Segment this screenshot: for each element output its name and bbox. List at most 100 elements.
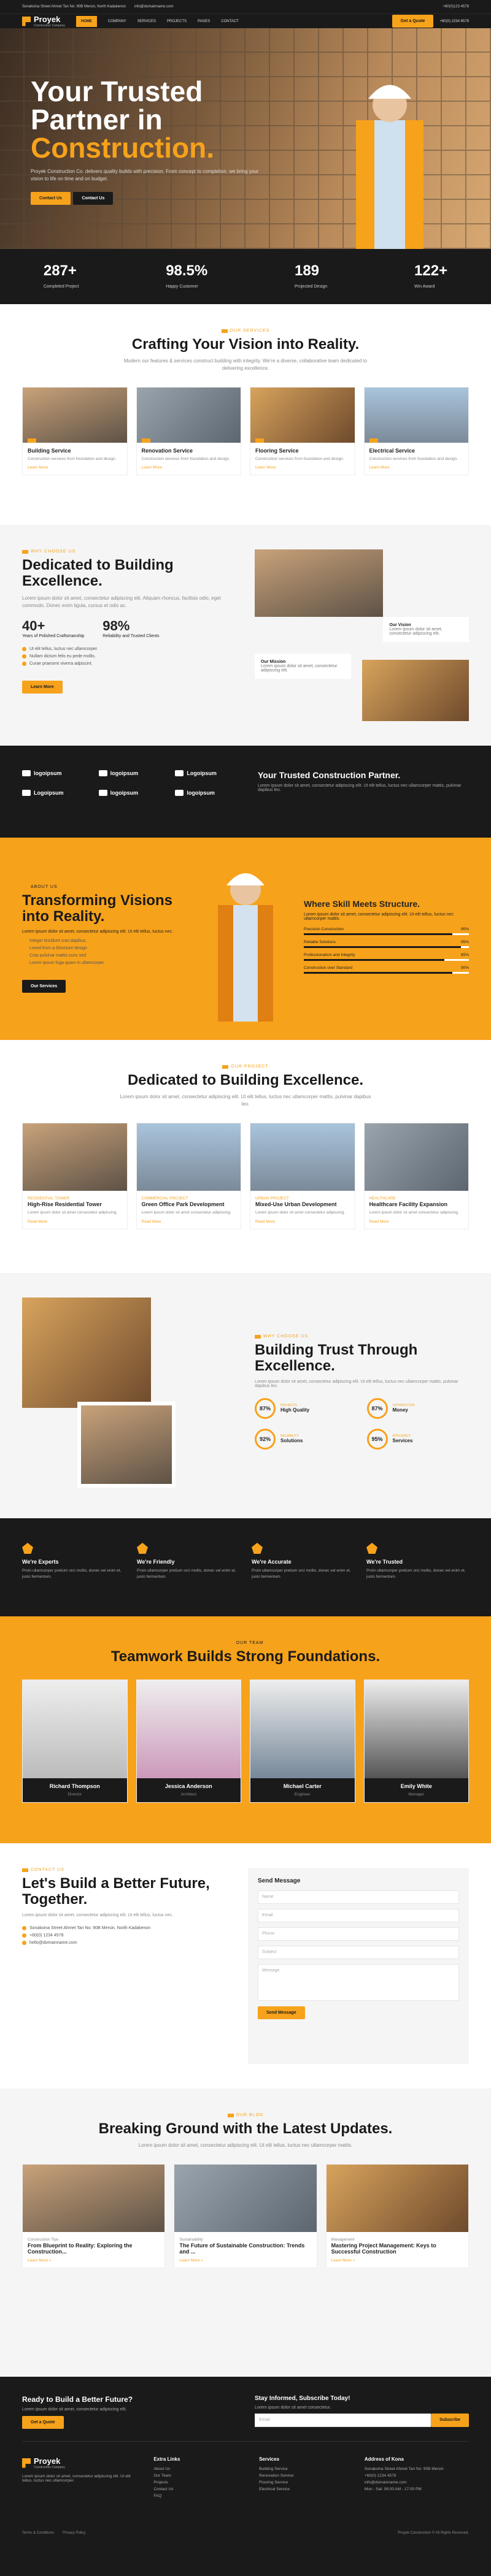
newsletter-title: Stay Informed, Subscribe Today! xyxy=(255,2395,350,2402)
card-text: Lorem ipsum dolor sit amet consectetur a… xyxy=(255,1210,346,1215)
nav-projects[interactable]: PROJECTS xyxy=(167,20,187,23)
card-title: Renovation Service xyxy=(141,448,193,454)
section-subtitle: Lorem ipsum dolor sit amet, consectetur … xyxy=(120,1094,371,1107)
section-kicker: ABOUT US xyxy=(22,885,187,889)
post-link[interactable]: Learn More » xyxy=(331,2258,463,2263)
footer-link[interactable]: Our Team xyxy=(153,2474,241,2478)
footer-link[interactable]: Building Service xyxy=(259,2467,346,2471)
card-title: Green Office Park Development xyxy=(141,1201,225,1208)
metric-label: Reliability and Trusted Clients xyxy=(102,633,160,638)
section-title: Crafting Your Vision into Reality. xyxy=(131,336,360,353)
terms-link[interactable]: Terms & Conditions xyxy=(22,2531,54,2535)
blog-card[interactable]: Construction Tips From Blueprint to Reali… xyxy=(22,2164,166,2269)
footer-link[interactable]: FAQ xyxy=(153,2494,241,2498)
project-card[interactable]: COMMERCIAL PROJECT Green Office Park Deve… xyxy=(136,1123,241,1229)
hero: Your Trusted Partner in Construction. Proy… xyxy=(0,28,491,249)
stat-label: Projected Design xyxy=(294,285,328,289)
stat-value: 98.5% xyxy=(166,262,208,279)
partner-logo: logoipsum xyxy=(22,770,80,776)
footer-link[interactable]: Flooring Service xyxy=(259,2480,346,2485)
vision-box: Our Vision Lorem ipsum dolor sit amet, co… xyxy=(383,617,469,642)
hero-secondary-button[interactable]: Contact Us xyxy=(73,192,114,205)
nav-contact[interactable]: CONTACT xyxy=(221,20,239,23)
service-card[interactable]: Electrical Service Construction services … xyxy=(363,387,469,476)
footer-link[interactable]: Projects xyxy=(153,2480,241,2485)
phone-text[interactable]: +60(0)123 4578 xyxy=(443,5,469,9)
blog-card[interactable]: Management Mastering Project Management: … xyxy=(325,2164,469,2269)
nav-pages[interactable]: PAGES xyxy=(198,20,210,23)
phone-field[interactable]: Phone xyxy=(258,1927,459,1941)
section-title: Teamwork Builds Strong Foundations. xyxy=(110,1648,381,1665)
cta-text: Lorem ipsum dolor sit amet, consectetur … xyxy=(22,2407,127,2412)
project-card[interactable]: URBAN PROJECT Mixed-Use Urban Development… xyxy=(250,1123,355,1229)
message-field[interactable]: Message xyxy=(258,1964,459,2001)
section-kicker: OUR TEAM xyxy=(22,1641,469,1645)
read-more-link[interactable]: Read More xyxy=(369,1220,464,1224)
contact-email[interactable]: hello@domainname.com xyxy=(22,1941,223,1945)
learn-more-link[interactable]: Learn More xyxy=(28,465,122,470)
read-more-link[interactable]: Read More xyxy=(28,1220,122,1224)
nav-home[interactable]: HOME xyxy=(75,15,97,27)
service-card[interactable]: Building Service Construction services fr… xyxy=(22,387,128,476)
team-card[interactable]: Jessica Anderson Architect xyxy=(136,1680,241,1803)
partner-text: Lorem ipsum dolor sit amet, consectetur … xyxy=(258,784,462,792)
service-card[interactable]: Renovation Service Construction services … xyxy=(136,387,241,476)
nav-quote-button[interactable]: Get a Quote xyxy=(392,15,434,28)
project-card[interactable]: RESIDENTIAL TOWER High-Rise Residential T… xyxy=(22,1123,128,1229)
brand-tag: Construction Company xyxy=(34,24,65,28)
learn-more-link[interactable]: Learn More xyxy=(255,465,350,470)
trust-stat: 87% SATISFACTION Money xyxy=(366,1397,470,1419)
team-card[interactable]: Michael Carter Engineer xyxy=(250,1680,355,1803)
metric-label: Years of Polished Craftsmanship xyxy=(22,633,85,638)
contact-phone[interactable]: +60(0) 1234 4578 xyxy=(22,1933,223,1938)
post-link[interactable]: Learn More » xyxy=(28,2258,160,2263)
team-card[interactable]: Richard Thompson Director xyxy=(22,1680,128,1803)
service-card[interactable]: Flooring Service Construction services fr… xyxy=(250,387,355,476)
email-text[interactable]: info@domainname.com xyxy=(134,5,173,9)
footer-link[interactable]: About Us xyxy=(153,2467,241,2471)
post-title: Mastering Project Management: Keys to Su… xyxy=(331,2242,436,2255)
name-field[interactable]: Name xyxy=(258,1890,459,1904)
team-section: OUR TEAM Teamwork Builds Strong Foundati… xyxy=(0,1616,491,1843)
privacy-link[interactable]: Privacy Policy xyxy=(63,2531,85,2535)
nav-company[interactable]: COMPANY xyxy=(108,20,126,23)
subscribe-button[interactable]: Subscribe xyxy=(431,2414,469,2427)
section-kicker: WHY CHOOSE US xyxy=(255,1334,469,1339)
blog-card[interactable]: Sustainability The Future of Sustainable … xyxy=(174,2164,317,2269)
section-text: Lorem ipsum dolor sit amet, consectetur … xyxy=(22,930,173,934)
services-button[interactable]: Our Services xyxy=(22,980,66,993)
hero-contact-button[interactable]: Contact Us xyxy=(31,192,71,205)
cta-quote-button[interactable]: Get a Quote xyxy=(22,2416,64,2429)
logo[interactable]: Proyek Construction Company xyxy=(22,15,65,28)
section-kicker: WHY CHOOSE US xyxy=(22,549,236,554)
team-card[interactable]: Emily White Manager xyxy=(363,1680,469,1803)
footer-logo[interactable]: Proyek Construction Company xyxy=(22,2456,135,2469)
card-text: Construction services from foundation an… xyxy=(369,457,458,462)
post-link[interactable]: Learn More » xyxy=(179,2258,311,2263)
subject-field[interactable]: Subject xyxy=(258,1946,459,1959)
send-message-button[interactable]: Send Message xyxy=(258,2006,305,2019)
nav-phone[interactable]: +60(0) 2234 6578 xyxy=(439,20,469,23)
newsletter-email-input[interactable]: Email xyxy=(255,2414,431,2427)
card-title: Electrical Service xyxy=(369,448,416,454)
footer-link[interactable]: Electrical Service xyxy=(259,2487,346,2491)
learn-more-button[interactable]: Learn More xyxy=(22,680,63,694)
vision-text: Lorem ipsum dolor sit amet, consectetur … xyxy=(389,627,443,636)
post-category: Management xyxy=(331,2238,355,2242)
footer-link[interactable]: Renovation Service xyxy=(259,2474,346,2478)
read-more-link[interactable]: Read More xyxy=(255,1220,350,1224)
section-text: Lorem ipsum dolor sit amet, consectetur … xyxy=(22,1913,173,1917)
learn-more-link[interactable]: Learn More xyxy=(142,465,236,470)
member-name: Emily White xyxy=(400,1783,432,1790)
trust-stat: 92% RELIABILITY Solutions xyxy=(255,1428,357,1450)
nav-services[interactable]: SERVICES xyxy=(137,20,156,23)
email-field[interactable]: Email xyxy=(258,1909,459,1922)
read-more-link[interactable]: Read More xyxy=(142,1220,236,1224)
card-title: Mixed-Use Urban Development xyxy=(255,1201,337,1208)
card-category: RESIDENTIAL TOWER xyxy=(28,1196,70,1201)
section-text: Lorem ipsum dolor sit amet, consectetur … xyxy=(22,595,221,608)
footer-link[interactable]: Contact Us xyxy=(153,2487,241,2491)
learn-more-link[interactable]: Learn More xyxy=(369,465,464,470)
projects-section: OUR PROJECT Dedicated to Building Excell… xyxy=(0,1040,491,1273)
project-card[interactable]: HEALTHCARE Healthcare Facility Expansion L… xyxy=(363,1123,469,1229)
